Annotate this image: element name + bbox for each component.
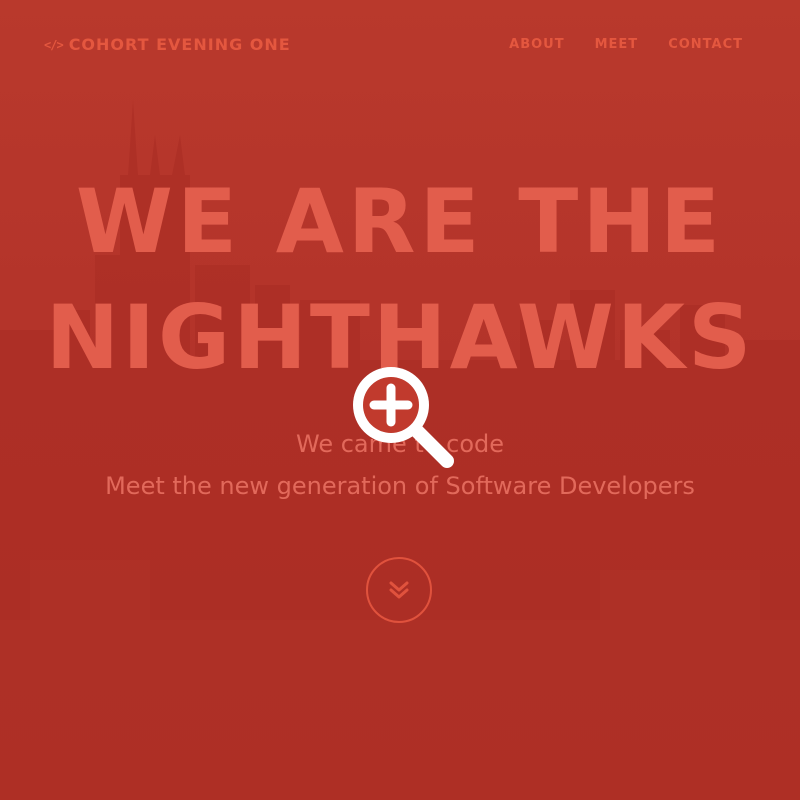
double-chevron-down-icon xyxy=(389,581,409,599)
landing-page: </> COHORT EVENING ONE ABOUT MEET CONTAC… xyxy=(0,0,800,800)
hero-headline-line1: WE ARE THE xyxy=(75,170,725,273)
code-icon: </> xyxy=(44,37,64,52)
hero-headline: WE ARE THE NIGHTHAWKS xyxy=(0,178,800,382)
top-navigation: </> COHORT EVENING ONE ABOUT MEET CONTAC… xyxy=(0,0,800,90)
nav-link-about[interactable]: ABOUT xyxy=(509,37,564,52)
scroll-down-button[interactable] xyxy=(366,557,432,623)
nav-link-meet[interactable]: MEET xyxy=(595,37,639,52)
brand-logo-link[interactable]: </> COHORT EVENING ONE xyxy=(44,35,291,54)
nav-link-contact[interactable]: CONTACT xyxy=(668,37,743,52)
brand-label: COHORT EVENING ONE xyxy=(68,35,291,54)
nav-links: ABOUT MEET CONTACT xyxy=(509,37,743,52)
zoom-in-icon[interactable] xyxy=(343,357,459,473)
hero-subtitle-line2: Meet the new generation of Software Deve… xyxy=(105,472,695,500)
